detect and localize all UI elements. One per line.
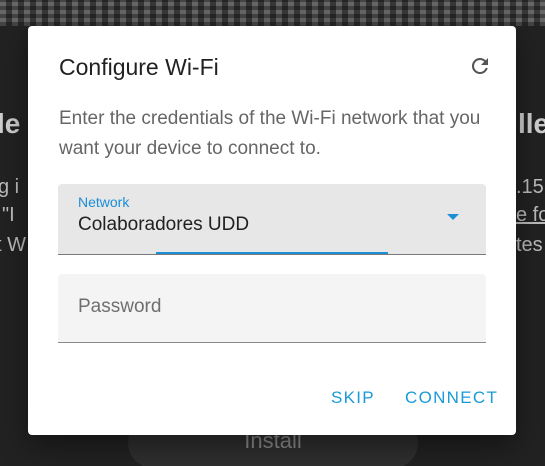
- background-text-line: g i: [0, 176, 20, 198]
- network-selected-value: Colaboradores UDD: [78, 214, 250, 235]
- network-label: Network: [78, 194, 130, 210]
- refresh-icon: [468, 54, 492, 83]
- network-select[interactable]: Network Colaboradores UDD: [58, 184, 486, 255]
- background-text-line: tes: [516, 234, 543, 256]
- background-text-line: .15: [516, 176, 544, 198]
- refresh-button[interactable]: [466, 54, 494, 82]
- background-text-line: "I: [2, 204, 15, 226]
- connect-button[interactable]: CONNECT: [405, 388, 498, 408]
- background-text-line: t W: [0, 234, 26, 256]
- background-heading-left: le: [0, 108, 21, 139]
- dialog-title: Configure Wi-Fi: [59, 54, 219, 80]
- configure-wifi-dialog: Configure Wi-Fi Enter the credentials of…: [28, 26, 516, 435]
- password-placeholder: Password: [78, 296, 162, 317]
- skip-button[interactable]: SKIP: [331, 388, 375, 408]
- dropdown-arrow-icon: [447, 214, 459, 220]
- focus-underline: [156, 252, 388, 254]
- password-field[interactable]: Password: [58, 274, 486, 343]
- background-link-line: e fo: [516, 204, 545, 226]
- background-heading-right: lle: [518, 108, 545, 139]
- dialog-description: Enter the credentials of the Wi-Fi netwo…: [59, 108, 481, 159]
- header-pattern: [0, 0, 545, 26]
